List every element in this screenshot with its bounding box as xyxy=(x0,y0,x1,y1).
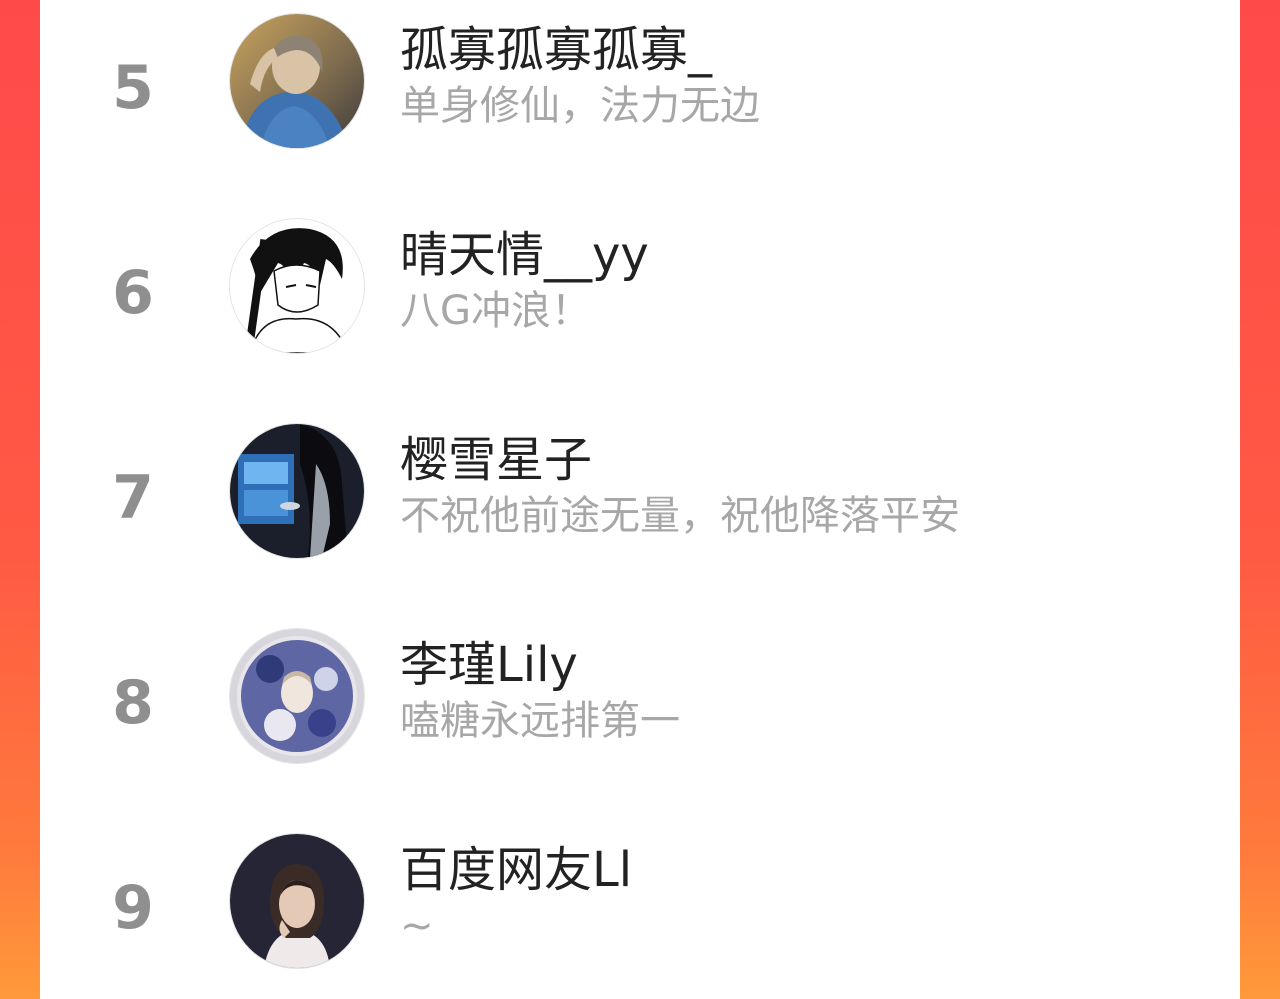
user-avatar[interactable] xyxy=(230,834,364,968)
rank-number: 8 xyxy=(112,668,154,738)
ranking-row[interactable]: 8 李瑾Lily 嗑糖永远排第一 xyxy=(40,595,1240,795)
rank-number: 7 xyxy=(112,463,154,533)
user-name: 晴天情__yy xyxy=(400,227,649,283)
user-avatar[interactable] xyxy=(230,14,364,148)
rank-number: 6 xyxy=(112,258,154,328)
user-name: 百度网友Ll xyxy=(400,842,633,898)
avatar-manga-icon xyxy=(230,219,364,353)
user-bio: 单身修仙，法力无边 xyxy=(400,83,760,129)
user-name: 樱雪星子 xyxy=(400,432,593,488)
rank-number: 9 xyxy=(112,873,154,943)
ranking-row[interactable]: 5 孤寡孤寡孤寡_ 单身修仙，法力无边 xyxy=(40,0,1240,180)
avatar-photo-icon xyxy=(230,424,364,558)
user-name: 孤寡孤寡孤寡_ xyxy=(400,22,713,78)
user-bio: 嗑糖永远排第一 xyxy=(400,698,680,744)
ranking-row[interactable]: 9 百度网友Ll ~ xyxy=(40,800,1240,999)
avatar-illustration-icon xyxy=(230,629,364,763)
user-bio: 不祝他前途无量，祝他降落平安 xyxy=(400,493,960,539)
ranking-list-panel: 5 孤寡孤寡孤寡_ 单身修仙，法力无边 6 晴天情__yy 八G冲浪！ 7 樱雪… xyxy=(40,0,1240,999)
ranking-row[interactable]: 6 晴天情__yy 八G冲浪！ xyxy=(40,185,1240,385)
avatar-photo-icon xyxy=(230,834,364,968)
ranking-row[interactable]: 7 樱雪星子 不祝他前途无量，祝他降落平安 xyxy=(40,390,1240,590)
user-avatar[interactable] xyxy=(230,424,364,558)
user-bio: 八G冲浪！ xyxy=(400,288,591,334)
user-avatar[interactable] xyxy=(230,629,364,763)
rank-number: 5 xyxy=(112,53,154,123)
user-avatar[interactable] xyxy=(230,219,364,353)
user-bio: ~ xyxy=(400,903,434,949)
user-name: 李瑾Lily xyxy=(400,637,578,693)
avatar-photo-icon xyxy=(230,14,364,148)
